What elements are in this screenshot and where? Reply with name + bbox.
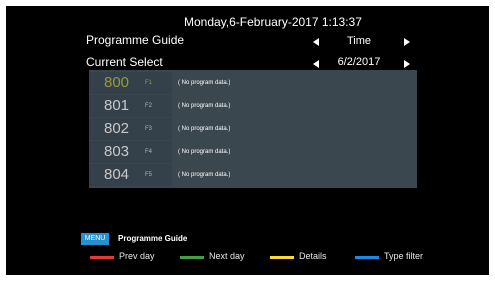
program-info: ( No program data.) xyxy=(178,103,231,109)
channel-function-key: F4 xyxy=(145,149,153,155)
program-info: ( No program data.) xyxy=(178,172,231,178)
channel-number: 804 xyxy=(103,166,130,183)
program-info: ( No program data.) xyxy=(178,126,231,132)
channel-function-key: F3 xyxy=(145,126,153,132)
program-cell: ( No program data.) xyxy=(173,72,417,94)
channel-number: 801 xyxy=(103,97,130,114)
channel-function-key: F5 xyxy=(145,172,153,178)
time-selector-value[interactable]: Time xyxy=(326,35,392,47)
channel-number: 803 xyxy=(103,143,130,160)
channel-row[interactable]: 803 F4 ( No program data.) xyxy=(89,141,417,163)
channel-number-cell: 804 F5 xyxy=(89,164,172,186)
legend-type-filter[interactable]: Type filter xyxy=(384,251,423,261)
menu-badge[interactable]: MENU xyxy=(81,233,109,245)
date-selector-value[interactable]: 6/2/2017 xyxy=(326,56,392,68)
menu-title: Programme Guide xyxy=(118,234,188,243)
date-next-arrow-icon[interactable] xyxy=(404,60,410,68)
date-prev-arrow-icon[interactable] xyxy=(313,60,319,68)
channel-number-cell: 802 F3 xyxy=(89,118,172,140)
current-select-label: Current Select xyxy=(86,55,163,69)
current-datetime: Monday,6-February-2017 1:13:37 xyxy=(184,15,362,29)
tv-screen: Monday,6-February-2017 1:13:37 Programme… xyxy=(6,6,489,275)
legend-details[interactable]: Details xyxy=(299,251,327,261)
channel-number-cell: 800 F1 xyxy=(89,72,172,94)
program-cell: ( No program data.) xyxy=(173,164,417,186)
program-cell: ( No program data.) xyxy=(173,95,417,117)
program-cell: ( No program data.) xyxy=(173,141,417,163)
channel-row[interactable]: 800 F1 ( No program data.) xyxy=(89,72,417,94)
channel-function-key: F2 xyxy=(145,103,153,109)
channel-number: 802 xyxy=(103,120,130,137)
legend-prev-day[interactable]: Prev day xyxy=(119,251,155,261)
program-cell: ( No program data.) xyxy=(173,118,417,140)
channel-number-cell: 801 F2 xyxy=(89,95,172,117)
channel-row[interactable]: 801 F2 ( No program data.) xyxy=(89,95,417,117)
time-next-arrow-icon[interactable] xyxy=(404,38,410,46)
channel-row[interactable]: 804 F5 ( No program data.) xyxy=(89,164,417,186)
yellow-key-icon xyxy=(270,256,294,259)
programme-guide-label: Programme Guide xyxy=(86,33,185,47)
program-info: ( No program data.) xyxy=(178,149,231,155)
program-info: ( No program data.) xyxy=(178,80,231,86)
channel-function-key: F1 xyxy=(145,80,153,86)
channel-list: 800 F1 ( No program data.) 801 F2 ( No p… xyxy=(89,70,417,188)
green-key-icon xyxy=(180,256,204,259)
time-prev-arrow-icon[interactable] xyxy=(313,38,319,46)
legend-next-day[interactable]: Next day xyxy=(209,251,245,261)
channel-number-cell: 803 F4 xyxy=(89,141,172,163)
blue-key-icon xyxy=(355,256,379,259)
channel-row[interactable]: 802 F3 ( No program data.) xyxy=(89,118,417,140)
red-key-icon xyxy=(90,256,114,259)
channel-number: 800 xyxy=(103,74,130,91)
